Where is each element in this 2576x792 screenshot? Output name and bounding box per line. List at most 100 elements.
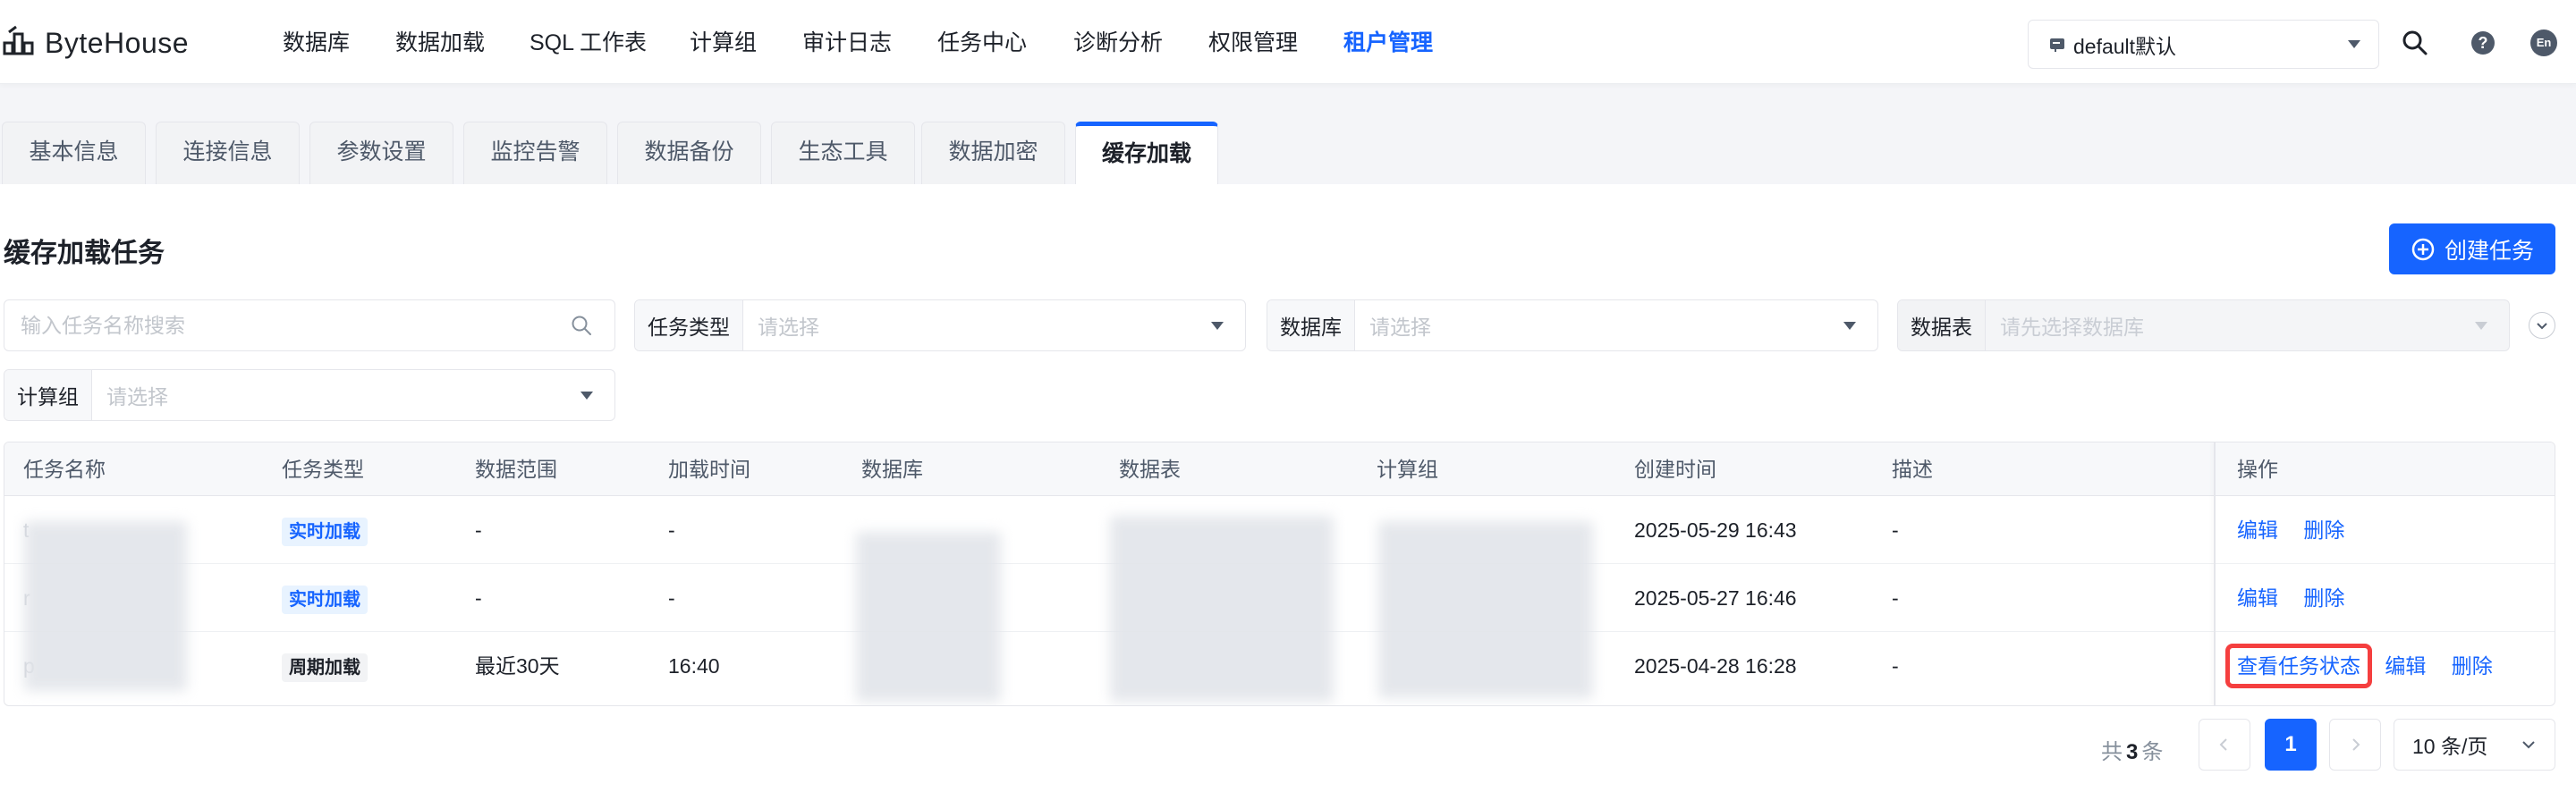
task-type-label: 任务类型	[635, 300, 743, 350]
task-type-select[interactable]: 任务类型 请选择	[634, 299, 1246, 351]
chevron-left-icon	[2219, 738, 2227, 751]
tenant-value: default默认	[2073, 34, 2177, 58]
actions-cell: 编辑 删除	[2237, 564, 2344, 632]
description-cell: -	[1892, 586, 1899, 610]
load-time-cell: -	[668, 518, 675, 542]
redacted-compute-groups	[1378, 521, 1593, 698]
column-header-database: 数据库	[861, 458, 923, 481]
redacted-task-names	[24, 521, 187, 691]
column-header-data-range: 数据范围	[475, 458, 557, 481]
chevron-down-icon	[1211, 321, 1224, 330]
page-size-select[interactable]: 10 条/页	[2394, 719, 2555, 771]
page-title: 缓存加载任务	[4, 239, 165, 268]
task-type-tag: 实时加载	[282, 517, 368, 546]
pagination-total: 共3条	[2101, 728, 2163, 778]
nav-item-task-center[interactable]: 任务中心	[937, 25, 1027, 61]
nav-item-data-loading[interactable]: 数据加载	[395, 25, 485, 61]
tab-ecosystem-tools[interactable]: 生态工具	[771, 122, 915, 184]
plus-circle-icon	[2411, 238, 2435, 260]
task-type-tag: 周期加载	[282, 653, 368, 682]
table-label: 数据表	[1898, 300, 1986, 350]
create-task-button[interactable]: 创建任务	[2389, 223, 2555, 274]
nav-item-audit-log[interactable]: 审计日志	[802, 25, 892, 61]
tenant-selector[interactable]: default默认	[2028, 20, 2379, 69]
total-count: 3	[2126, 740, 2139, 764]
edit-link[interactable]: 编辑	[2237, 518, 2278, 542]
data-range-cell: -	[475, 586, 482, 610]
svg-text:?: ?	[2479, 34, 2488, 52]
column-header-task-name: 任务名称	[23, 458, 106, 481]
chevron-down-icon	[2537, 323, 2547, 330]
compute-group-label: 计算组	[4, 370, 92, 420]
created-time-cell: 2025-04-28 16:28	[1634, 654, 1797, 678]
brand-name: ByteHouse	[45, 26, 190, 59]
nav-item-permissions[interactable]: 权限管理	[1208, 25, 1298, 61]
column-header-actions: 操作	[2237, 458, 2278, 481]
prev-page-button[interactable]	[2199, 719, 2250, 771]
nav-item-database[interactable]: 数据库	[283, 25, 350, 61]
redacted-tables	[1110, 516, 1334, 702]
task-type-tag: 实时加载	[282, 585, 368, 614]
edit-link[interactable]: 编辑	[2385, 654, 2426, 678]
total-suffix: 条	[2141, 740, 2164, 764]
task-table: 任务名称 任务类型 数据范围 加载时间 数据库 数据表 计算组 创建时间 描述 …	[4, 442, 2555, 706]
tab-data-backup[interactable]: 数据备份	[617, 122, 761, 184]
view-task-status-highlight: 查看任务状态	[2225, 644, 2372, 688]
search-icon[interactable]	[2397, 25, 2433, 61]
expand-filters-button[interactable]	[2529, 312, 2555, 339]
column-header-description: 描述	[1892, 458, 1933, 481]
column-header-table: 数据表	[1119, 458, 1181, 481]
column-header-load-time: 加载时间	[668, 458, 750, 481]
compute-group-select[interactable]: 计算组 请选择	[4, 369, 615, 421]
actions-cell: 编辑 删除	[2237, 496, 2344, 564]
description-cell: -	[1892, 518, 1899, 542]
table-header: 任务名称 任务类型 数据范围 加载时间 数据库 数据表 计算组 创建时间 描述 …	[4, 442, 2555, 496]
chevron-right-icon	[2352, 738, 2360, 751]
tenant-icon	[2048, 36, 2066, 54]
data-range-cell: -	[475, 518, 482, 542]
language-switch[interactable]: En	[2526, 25, 2562, 61]
database-select[interactable]: 数据库 请选择	[1267, 299, 1878, 351]
redacted-databases	[856, 532, 1001, 702]
page-size-value: 10 条/页	[2412, 735, 2488, 758]
tab-monitoring-alerts[interactable]: 监控告警	[463, 122, 607, 184]
tab-cache-loading[interactable]: 缓存加载	[1075, 122, 1218, 186]
edit-link[interactable]: 编辑	[2237, 586, 2278, 610]
task-search-input[interactable]	[4, 313, 570, 338]
column-header-created-time: 创建时间	[1634, 458, 1716, 481]
tab-basic-info[interactable]: 基本信息	[2, 122, 146, 184]
chevron-down-icon	[2348, 40, 2360, 48]
nav-item-sql-worksheet[interactable]: SQL 工作表	[530, 25, 647, 61]
total-prefix: 共	[2101, 740, 2123, 764]
table-placeholder: 请先选择数据库	[2000, 316, 2144, 339]
chevron-down-icon	[1843, 321, 1856, 330]
search-icon[interactable]	[570, 314, 593, 337]
delete-link[interactable]: 删除	[2303, 518, 2344, 542]
task-type-cell: 实时加载	[282, 564, 368, 632]
compute-group-placeholder: 请选择	[106, 385, 168, 409]
delete-link[interactable]: 删除	[2303, 586, 2344, 610]
nav-item-compute-group[interactable]: 计算组	[690, 25, 757, 61]
bytehouse-logo-icon	[2, 23, 38, 63]
load-time-cell: 16:40	[668, 654, 720, 678]
language-icon: En	[2530, 29, 2557, 56]
task-type-placeholder: 请选择	[758, 316, 819, 339]
task-type-cell: 实时加载	[282, 496, 368, 564]
table-select[interactable]: 数据表 请先选择数据库	[1897, 299, 2510, 351]
top-navigation-bar: ByteHouse 数据库 数据加载 SQL 工作表 计算组 审计日志 任务中心…	[0, 0, 2576, 84]
tab-connection-info[interactable]: 连接信息	[156, 122, 300, 184]
tab-parameter-settings[interactable]: 参数设置	[309, 122, 453, 184]
brand-logo[interactable]: ByteHouse	[2, 25, 189, 61]
chevron-down-icon	[2475, 321, 2487, 330]
actions-cell: 查看任务状态 编辑 删除	[2225, 632, 2493, 700]
tab-data-encryption[interactable]: 数据加密	[921, 122, 1065, 184]
nav-item-diagnostics[interactable]: 诊断分析	[1073, 25, 1163, 61]
nav-item-tenant-management[interactable]: 租户管理	[1343, 25, 1433, 61]
chevron-down-icon	[580, 391, 593, 400]
page-number-button[interactable]: 1	[2265, 719, 2317, 771]
view-task-status-link[interactable]: 查看任务状态	[2237, 654, 2360, 678]
next-page-button[interactable]	[2329, 719, 2381, 771]
delete-link[interactable]: 删除	[2452, 654, 2493, 678]
help-icon[interactable]: ?	[2465, 25, 2501, 61]
create-task-label: 创建任务	[2444, 238, 2534, 264]
